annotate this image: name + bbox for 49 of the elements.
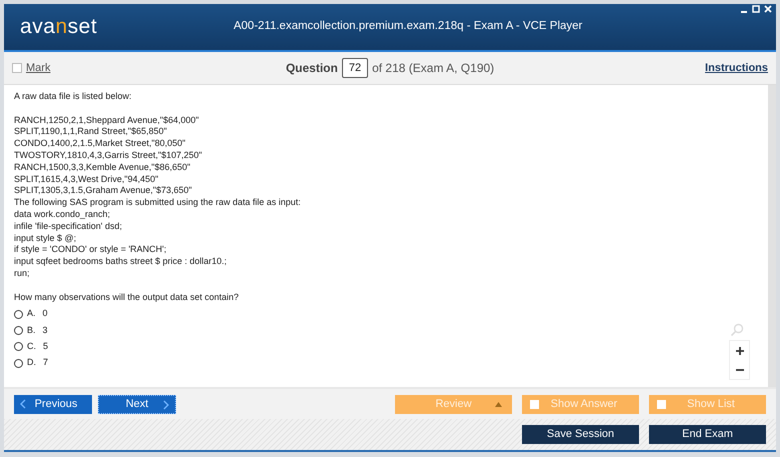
checkbox[interactable] [530,400,539,408]
scrollbar[interactable] [768,85,776,387]
maximize-icon[interactable] [752,5,760,13]
question-text-line: input sqfeet bedrooms baths street $ price : dollar10.; [14,256,228,268]
option-letter[interactable]: D. [27,357,36,370]
question-text-line: SPLIT,1305,3,1.5,Graham Avenue,"$73,650" [14,185,193,198]
footer-button[interactable]: Save Session [522,425,639,444]
window-title: A00-211.examcollection.premium.exam.218q - Exam A - VCE Player [232,19,584,34]
question-text-line: RANCH,1250,2,1,Sheppard Avenue,"$64,000" [14,114,200,126]
radio-button[interactable] [14,342,23,352]
question-text-line: run; [14,268,31,280]
question-text-line: if style = 'CONDO' or style = 'RANCH'; [14,244,168,256]
question-intro: A raw data file is listed below: [14,91,133,103]
option-text[interactable]: 3 [42,324,48,336]
radio-button[interactable] [14,310,23,319]
option-text[interactable]: 7 [43,357,48,370]
question-text-line: data work.condo_ranch; [14,208,112,221]
question-text-line: SPLIT,1190,1,1,Rand Street,"$65,850" [14,126,168,138]
footer-button[interactable]: End Exam [649,425,766,444]
question-label: Question [286,60,338,77]
question-text-line: SPLIT,1615,4,3,West Drive,"94,450" [14,174,160,186]
mark-checkbox[interactable] [12,63,22,73]
question-text-line: CONDO,1400,2,1.5,Market Street,"80,050" [14,138,186,150]
question-text-line: infile 'file-specification' dsd; [14,220,123,233]
question-text-line: RANCH,1500,3,3,Kemble Avenue,"$86,650" [14,162,192,174]
question-text-line: TWOSTORY,1810,4,3,Garris Street,"$107,250" [14,150,203,162]
option-letter[interactable]: A. [27,308,36,320]
next-button[interactable]: Next [98,394,176,414]
zoom-in-icon[interactable] [734,346,744,356]
previous-button[interactable]: Previous [14,394,92,414]
option-text[interactable]: 5 [43,340,48,353]
option-letter[interactable]: C. [27,340,36,353]
question-text-line: input style $ @; [14,232,78,244]
chevron-left-icon [20,398,26,408]
logo: avanset [20,14,98,40]
checkbox[interactable] [657,400,666,408]
mark-label[interactable]: Mark [26,60,50,76]
radio-button[interactable] [14,326,23,336]
instructions-link[interactable]: Instructions [705,60,768,76]
question-count: of 218 (Exam A, Q190) [372,60,494,77]
caret-icon [495,402,502,406]
chevron-right-icon [163,400,169,410]
option-letter[interactable]: B. [27,324,36,336]
question-number-field[interactable]: 72 [342,58,368,78]
option-text[interactable]: 0 [42,308,48,320]
close-icon[interactable] [764,5,772,13]
question-text-line: The following SAS program is submitted using the raw data file as input: [14,197,302,209]
question-prompt: How many observations will the output data set contain? [14,292,240,304]
radio-button[interactable] [14,358,23,368]
